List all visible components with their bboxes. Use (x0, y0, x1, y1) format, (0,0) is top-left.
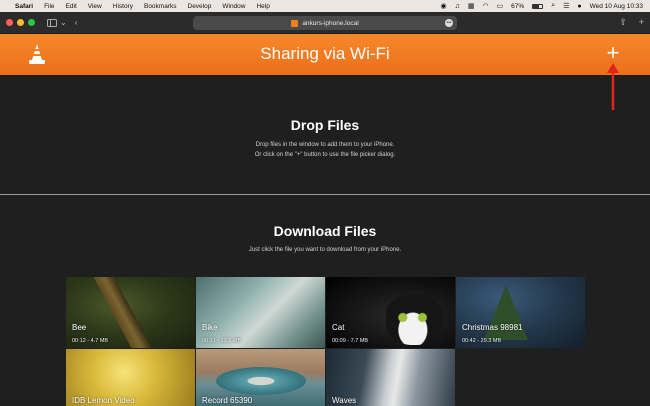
back-chevron-icon[interactable]: ‹ (75, 18, 78, 27)
grid-icon[interactable]: ▦ (468, 2, 475, 10)
ellipsis-icon[interactable]: ••• (445, 19, 453, 27)
file-meta: 00:12 - 4.7 MB (72, 338, 109, 344)
menu-bookmarks[interactable]: Bookmarks (144, 3, 177, 10)
drop-files-heading: Drop Files (290, 117, 360, 133)
download-files-heading: Download Files (273, 223, 377, 239)
zoom-window-button[interactable] (28, 19, 35, 26)
file-tile-waves[interactable]: Waves (326, 349, 455, 406)
section-divider (0, 194, 650, 195)
menu-edit[interactable]: Edit (66, 3, 77, 10)
menu-window[interactable]: Window (222, 3, 245, 10)
file-name: Waves (332, 396, 357, 405)
file-tile-christmas[interactable]: Christmas 98981 00:42 - 29.3 MB (456, 277, 585, 348)
file-tile-lemon[interactable]: IDB Lemon Video (66, 349, 195, 406)
file-name: Bike (202, 323, 218, 332)
share-icon[interactable]: ⇪ (619, 17, 627, 28)
menu-help[interactable]: Help (256, 3, 269, 10)
chevron-down-icon[interactable]: ⌄ (60, 18, 67, 27)
display-icon[interactable]: ▭ (497, 2, 504, 10)
menu-history[interactable]: History (113, 3, 133, 10)
siri-icon[interactable]: ● (577, 3, 581, 10)
address-bar[interactable]: ankurs-iphone.local ••• (193, 16, 457, 30)
control-center-icon[interactable]: ☰ (563, 2, 569, 10)
macos-menu-bar: Safari File Edit View History Bookmarks … (0, 0, 650, 12)
battery-icon[interactable] (532, 3, 544, 9)
music-icon[interactable]: ♫ (455, 3, 460, 10)
drop-instructions-line-1: Drop files in the window to add them to … (255, 142, 395, 148)
file-tile-record[interactable]: Record 65390 (196, 349, 325, 406)
menu-develop[interactable]: Develop (188, 3, 212, 10)
file-name: Christmas 98981 (462, 323, 523, 332)
file-name: Cat (332, 323, 345, 332)
battery-percent: 67% (511, 2, 525, 10)
menubar-clock[interactable]: Wed 10 Aug 10:33 (590, 3, 643, 10)
file-tile-bike[interactable]: Bike 00:31 - 12.2 MB (196, 277, 325, 348)
file-grid: Bee 00:12 - 4.7 MB Bike 00:31 - 12.2 MB … (66, 277, 585, 406)
status-area: ◉ ♫ ▦ ◠ ▭ 67% ⌕ ☰ ● Wed 10 Aug 10:33 (440, 2, 643, 10)
menu-safari[interactable]: Safari (15, 3, 33, 10)
address-text: ankurs-iphone.local (302, 19, 359, 27)
close-window-button[interactable] (6, 19, 13, 26)
file-name: Record 65390 (202, 396, 253, 405)
new-tab-icon[interactable]: + (639, 17, 644, 28)
drop-instructions-line-2: Or click on the "+" button to use the fi… (254, 152, 396, 158)
safari-toolbar: ⌄ ‹ ankurs-iphone.local ••• ⇪ + (0, 12, 650, 34)
file-name: IDB Lemon Video (72, 396, 135, 405)
file-meta: 00:42 - 29.3 MB (462, 338, 502, 344)
file-meta: 00:31 - 12.2 MB (202, 338, 242, 344)
vlc-header: Sharing via Wi-Fi + (0, 34, 650, 75)
window-controls (6, 19, 35, 26)
wifi-icon[interactable]: ◠ (482, 2, 488, 10)
toolbar-right: ⇪ + (619, 17, 644, 28)
download-instructions: Just click the file you want to download… (248, 247, 402, 253)
file-tile-cat[interactable]: Cat 00:09 - 7.7 MB (326, 277, 455, 348)
file-name: Bee (72, 323, 87, 332)
minimize-window-button[interactable] (17, 19, 24, 26)
menu-file[interactable]: File (44, 3, 54, 10)
file-meta: 00:09 - 7.7 MB (332, 338, 369, 344)
file-tile-bee[interactable]: Bee 00:12 - 4.7 MB (66, 277, 195, 348)
menu-view[interactable]: View (88, 3, 102, 10)
sidebar-toggle-icon[interactable] (47, 18, 57, 27)
page-title: Sharing via Wi-Fi (260, 44, 390, 63)
add-files-button[interactable]: + (602, 42, 624, 65)
arrow-up-icon (607, 63, 619, 110)
record-icon[interactable]: ◉ (440, 2, 446, 10)
vlc-favicon-icon (291, 19, 299, 27)
search-icon[interactable]: ⌕ (551, 2, 555, 10)
